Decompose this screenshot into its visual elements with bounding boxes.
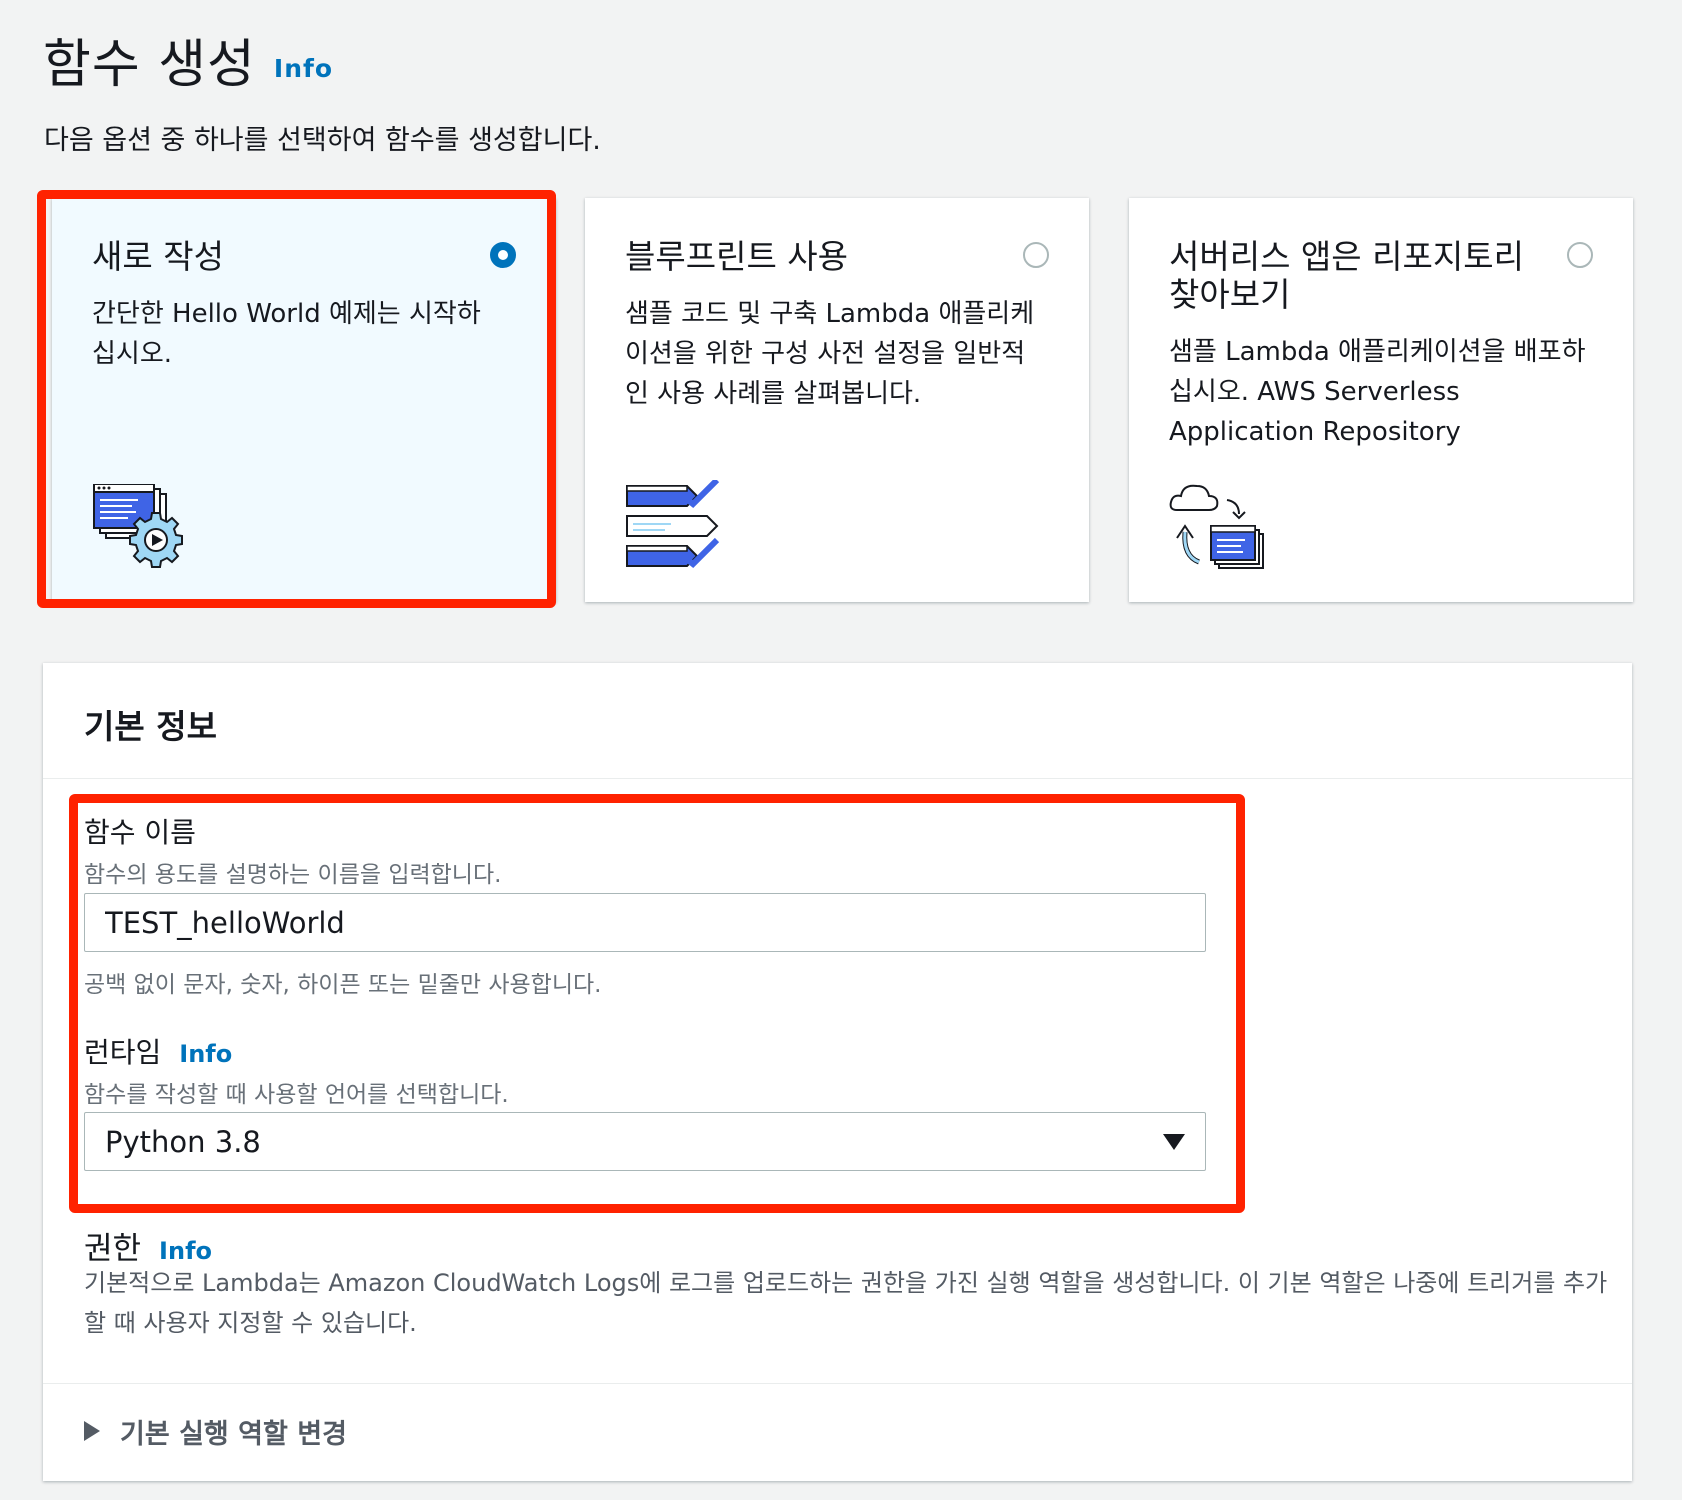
permissions-info-link[interactable]: Info <box>159 1237 212 1265</box>
function-name-label: 함수 이름 <box>84 816 196 849</box>
option-card-use-blueprint[interactable]: 블루프린트 사용 샘플 코드 및 구축 Lambda 애플리케이션을 위한 구성… <box>585 198 1089 602</box>
option-title: 서버리스 앱은 리포지토리 찾아보기 <box>1169 237 1524 314</box>
runtime-label-text: 런타임 <box>84 1036 162 1069</box>
runtime-selected-value: Python 3.8 <box>105 1124 261 1159</box>
change-default-execution-role-expander[interactable]: 기본 실행 역할 변경 <box>43 1383 1632 1481</box>
permissions-label: 권한 Info <box>84 1223 212 1268</box>
function-name-input[interactable] <box>84 893 1206 952</box>
permissions-description: 기본적으로 Lambda는 Amazon CloudWatch Logs에 로그… <box>84 1269 1608 1337</box>
page-title-text: 함수 생성 <box>43 35 256 95</box>
option-description: 샘플 Lambda 애플리케이션을 배포하십시오. AWS Serverless… <box>1169 337 1586 447</box>
runtime-info-link[interactable]: Info <box>179 1040 232 1068</box>
function-name-description: 함수의 용도를 설명하는 이름을 입력합니다. <box>84 862 502 888</box>
option-title: 새로 작성 <box>92 237 224 276</box>
permissions-label-text: 권한 <box>84 1231 142 1267</box>
runtime-description: 함수를 작성할 때 사용할 언어를 선택합니다. <box>84 1082 509 1108</box>
function-name-hint: 공백 없이 문자, 숫자, 하이픈 또는 밑줄만 사용합니다. <box>84 972 602 998</box>
caret-right-icon <box>84 1421 100 1441</box>
option-card-author-from-scratch[interactable]: 새로 작성 간단한 Hello World 예제는 시작하십시오. <box>52 198 556 602</box>
caret-down-icon <box>1163 1133 1185 1150</box>
option-radio[interactable] <box>1567 242 1593 268</box>
option-card-serverless-app-repository[interactable]: 서버리스 앱은 리포지토리 찾아보기 샘플 Lambda 애플리케이션을 배포하… <box>1129 198 1633 602</box>
option-radio-selected[interactable] <box>490 242 516 268</box>
option-title: 블루프린트 사용 <box>625 237 849 276</box>
runtime-select[interactable]: Python 3.8 <box>84 1112 1206 1171</box>
basic-info-panel: 기본 정보 함수 이름 함수의 용도를 설명하는 이름을 입력합니다. 공백 없… <box>43 663 1632 1481</box>
checklist-icon <box>625 477 725 574</box>
code-gear-icon <box>92 483 184 574</box>
cloud-deploy-icon <box>1169 480 1269 574</box>
option-description: 샘플 코드 및 구축 Lambda 애플리케이션을 위한 구성 사전 설정을 일… <box>625 299 1035 409</box>
title-info-link[interactable]: Info <box>274 54 333 83</box>
option-description: 간단한 Hello World 예제는 시작하십시오. <box>92 299 481 369</box>
panel-title: 기본 정보 <box>43 663 1632 779</box>
option-radio[interactable] <box>1023 242 1049 268</box>
page-title: 함수 생성 Info <box>43 22 333 97</box>
page-description: 다음 옵션 중 하나를 선택하여 함수를 생성합니다. <box>44 125 601 156</box>
expander-label: 기본 실행 역할 변경 <box>120 1419 347 1450</box>
runtime-label: 런타임 Info <box>84 1031 232 1071</box>
